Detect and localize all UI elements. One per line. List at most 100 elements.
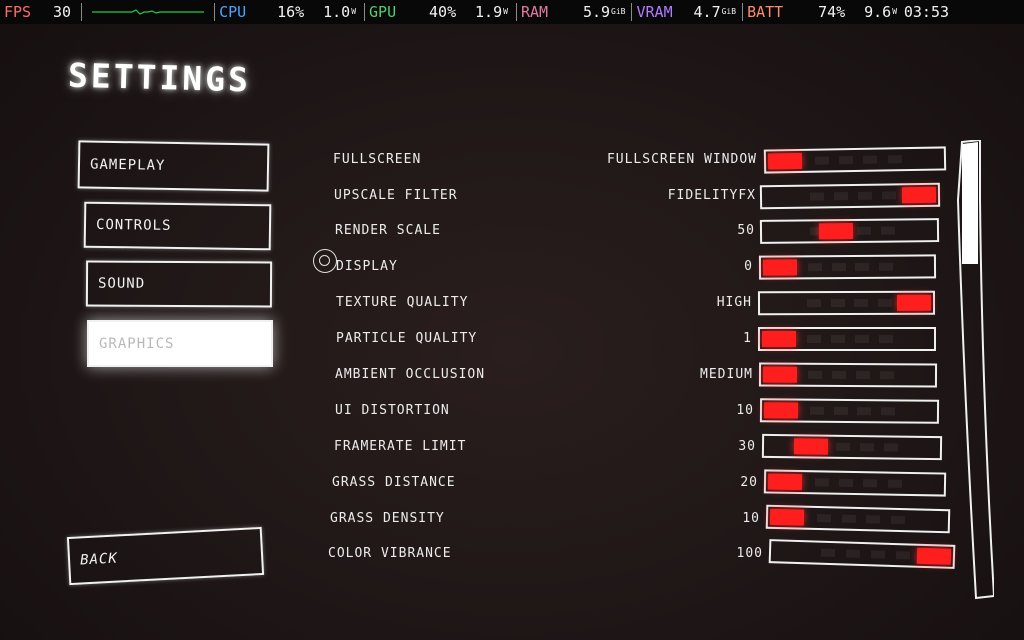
slider-track-mark: [883, 443, 899, 452]
slider-track-mark: [855, 335, 869, 343]
slider-track-mark: [853, 298, 869, 307]
slider-track-mark: [890, 515, 906, 525]
slider-track-mark: [859, 443, 875, 452]
slider-track-mark: [814, 478, 830, 487]
slider-track-mark: [809, 192, 825, 201]
slider-track-mark: [838, 156, 854, 165]
slider-track-mark: [807, 263, 823, 272]
setting-value: 0: [744, 259, 753, 274]
slider-track-mark: [831, 335, 845, 343]
slider-track-mark: [895, 551, 911, 560]
slider-track-mark: [807, 370, 823, 379]
slider-track-mark: [881, 191, 897, 200]
slider-track-mark: [857, 191, 873, 200]
setting-label: PARTICLE QUALITY: [336, 331, 478, 346]
setting-slider-color-vibrance[interactable]: [768, 539, 956, 569]
gpu-percent: 40%: [429, 3, 457, 21]
setting-slider-framerate-limit[interactable]: [761, 433, 943, 461]
setting-slider-grass-density[interactable]: [765, 504, 951, 534]
performance-overlay: FPS 30 CPU 16% 1.0 W GPU 40% 1.9 W RAM 5.9…: [0, 0, 1024, 24]
slider-handle[interactable]: [762, 331, 796, 347]
fps-label: FPS: [4, 3, 32, 21]
ram-group: RAM 5.9 GiB: [521, 0, 637, 24]
tab-gameplay[interactable]: GAMEPLAY: [77, 140, 270, 192]
ram-label: RAM: [520, 3, 549, 21]
cpu-watts: 1.0: [323, 3, 351, 21]
slider-handle[interactable]: [762, 366, 798, 383]
vram-value: 4.7: [693, 3, 721, 21]
battery-group: BATT 74% 9.6 W 03:53: [747, 0, 949, 24]
tab-controls[interactable]: CONTROLS: [83, 201, 272, 251]
cpu-group: CPU 16% 1.0 W: [219, 0, 369, 24]
setting-value: FIDELITYFX: [667, 188, 756, 203]
setting-slider-display[interactable]: [758, 254, 937, 280]
slider-handle[interactable]: [901, 186, 937, 204]
setting-value: 1: [743, 331, 752, 346]
slider-handle[interactable]: [762, 259, 798, 276]
slider-handle[interactable]: [896, 294, 932, 311]
tab-sound-label: SOUND: [97, 275, 146, 292]
vram-unit: GiB: [721, 7, 737, 16]
setting-label: DISPLAY: [336, 259, 398, 274]
slider-handle[interactable]: [793, 438, 829, 455]
slider-handle[interactable]: [769, 508, 805, 526]
cpu-label: CPU: [219, 3, 247, 21]
tab-gameplay-label: GAMEPLAY: [89, 156, 166, 174]
slider-track-mark: [831, 370, 847, 379]
setting-slider-ui-distortion[interactable]: [759, 398, 940, 424]
slider-track-mark: [887, 479, 903, 488]
page-title: SETTINGS: [67, 55, 252, 100]
setting-slider-render-scale[interactable]: [759, 218, 940, 244]
setting-slider-upscale-filter[interactable]: [759, 182, 941, 210]
cursor-reticle-icon: [313, 249, 337, 273]
setting-label: AMBIENT OCCLUSION: [335, 367, 486, 382]
overlay-divider: [631, 3, 633, 21]
overlay-divider: [742, 3, 744, 21]
vram-group: VRAM 4.7 GiB: [636, 0, 747, 24]
gpu-label: GPU: [369, 3, 397, 21]
setting-slider-grass-distance[interactable]: [763, 469, 947, 497]
setting-slider-texture-quality[interactable]: [757, 290, 936, 316]
slider-track-mark: [879, 335, 893, 343]
setting-label: COLOR VIBRANCE: [328, 546, 452, 561]
back-button[interactable]: BACK: [66, 526, 265, 586]
tab-graphics[interactable]: GRAPHICS: [87, 320, 273, 367]
setting-value: 50: [737, 223, 755, 238]
setting-value: 100: [736, 546, 763, 561]
slider-track-mark: [870, 550, 886, 559]
settings-scrollbar[interactable]: [954, 140, 994, 600]
setting-value: 30: [738, 439, 756, 454]
overlay-divider: [81, 3, 83, 21]
fps-value: 30: [53, 3, 72, 21]
slider-track-mark: [838, 478, 854, 487]
setting-value: 20: [740, 475, 758, 490]
gpu-group: GPU 40% 1.9 W: [369, 0, 521, 24]
gpu-watts: 1.9: [475, 3, 503, 21]
slider-track-mark: [856, 226, 872, 235]
battery-watts: 9.6: [864, 3, 892, 21]
tab-sound[interactable]: SOUND: [85, 260, 273, 308]
ram-unit: GiB: [611, 7, 626, 16]
setting-slider-particle-quality[interactable]: [758, 327, 936, 351]
setting-label: TEXTURE QUALITY: [336, 295, 469, 310]
setting-slider-fullscreen[interactable]: [763, 146, 947, 174]
slider-handle[interactable]: [763, 402, 799, 419]
slider-track-mark: [820, 548, 836, 558]
tab-controls-label: CONTROLS: [95, 216, 172, 234]
overlay-divider: [214, 3, 216, 21]
slider-track-mark: [841, 514, 857, 523]
setting-label: UPSCALE FILTER: [334, 188, 458, 203]
scrollbar-thumb: [962, 142, 978, 264]
slider-handle[interactable]: [818, 222, 854, 240]
overlay-divider: [515, 3, 517, 21]
vram-label: VRAM: [636, 3, 673, 21]
ram-value: 5.9: [582, 3, 611, 21]
slider-handle[interactable]: [767, 152, 803, 170]
setting-slider-ambient-occlusion[interactable]: [758, 362, 938, 388]
slider-handle[interactable]: [916, 547, 952, 565]
setting-label: UI DISTORTION: [335, 403, 450, 418]
setting-label: RENDER SCALE: [335, 223, 441, 238]
slider-track-mark: [879, 371, 895, 380]
back-button-label: BACK: [79, 550, 119, 569]
slider-handle[interactable]: [767, 473, 803, 491]
